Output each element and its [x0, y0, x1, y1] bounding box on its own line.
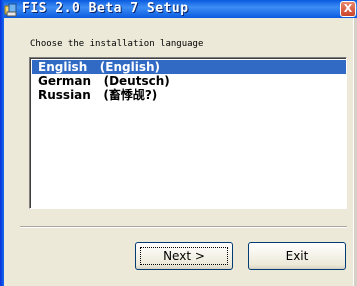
- window-title: FIS 2.0 Beta 7 Setup: [22, 1, 189, 16]
- language-option-label: Russian (畜悸觇?): [38, 88, 158, 102]
- window-frame-left: [0, 0, 4, 286]
- setup-app-icon: [4, 2, 18, 17]
- language-listbox-inner: English (English) German (Deutsch) Russi…: [30, 58, 346, 208]
- exit-button[interactable]: Exit: [248, 242, 346, 270]
- language-option-label: English (English): [38, 60, 160, 74]
- title-bar[interactable]: FIS 2.0 Beta 7 Setup X: [0, 0, 357, 18]
- language-option-english[interactable]: English (English): [32, 60, 346, 74]
- setup-window: FIS 2.0 Beta 7 Setup X Choose the instal…: [0, 0, 357, 286]
- next-button-label: Next >: [163, 249, 205, 263]
- close-button[interactable]: X: [340, 1, 356, 17]
- button-separator: [20, 226, 347, 228]
- window-frame-right: [353, 18, 357, 286]
- exit-button-label: Exit: [285, 249, 309, 263]
- language-option-german[interactable]: German (Deutsch): [32, 74, 346, 88]
- language-option-russian[interactable]: Russian (畜悸觇?): [32, 88, 346, 102]
- next-button[interactable]: Next >: [135, 242, 233, 270]
- close-icon: X: [343, 2, 353, 15]
- language-listbox[interactable]: English (English) German (Deutsch) Russi…: [29, 57, 347, 209]
- language-option-label: German (Deutsch): [38, 74, 170, 88]
- language-prompt: Choose the installation language: [30, 39, 204, 49]
